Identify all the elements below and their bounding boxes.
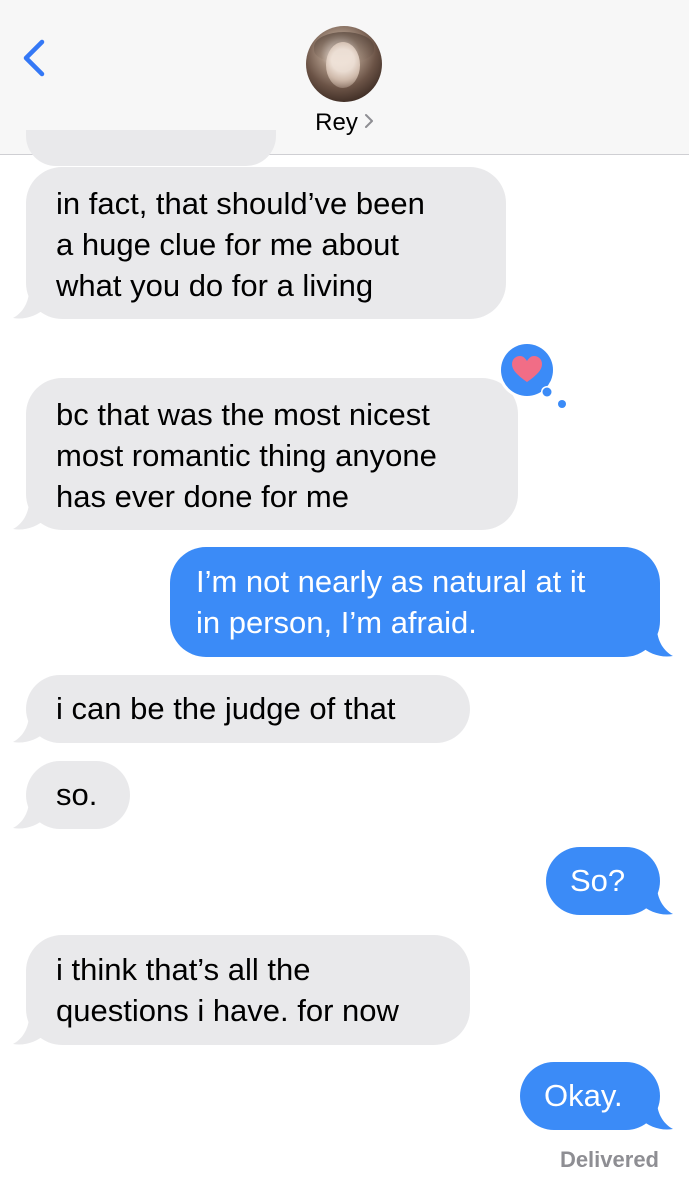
partial-message-bubble — [26, 130, 276, 166]
incoming-message[interactable]: i can be the judge of that — [13, 675, 470, 743]
outgoing-message[interactable]: Okay. — [520, 1062, 673, 1130]
message-line: what you do for a living — [56, 268, 374, 303]
outgoing-message[interactable]: So? — [546, 847, 673, 915]
bubble-tail — [641, 1101, 673, 1130]
heart-reaction[interactable] — [497, 340, 569, 412]
bubble-tail — [13, 501, 45, 530]
bubble-tail — [13, 1016, 45, 1045]
message-line: I’m not nearly as natural at it — [196, 564, 586, 599]
message-line: questions i have. for now — [56, 993, 399, 1028]
avatar-face — [326, 42, 360, 88]
incoming-message[interactable]: in fact, that should’ve been a huge clue… — [13, 167, 506, 319]
message-line: i can be the judge of that — [56, 691, 396, 726]
message-line: in fact, that should’ve been — [56, 186, 425, 221]
bubble-tail — [641, 628, 673, 657]
contact-avatar[interactable] — [306, 26, 382, 102]
message-line: So? — [570, 863, 626, 898]
message-line: so. — [56, 777, 98, 812]
message-line: bc that was the most nicest — [56, 397, 430, 432]
bubble-tail — [13, 290, 45, 319]
chevron-left-icon — [23, 39, 45, 77]
heart-icon — [498, 341, 566, 408]
back-button[interactable] — [18, 38, 54, 78]
message-line: Okay. — [544, 1078, 623, 1113]
contact-name: Rey — [315, 109, 358, 136]
incoming-message[interactable]: bc that was the most nicest most romanti… — [13, 378, 518, 530]
incoming-message[interactable]: i think that’s all the questions i have.… — [13, 935, 470, 1045]
bubble-tail — [13, 714, 45, 743]
message-line: a huge clue for me about — [56, 227, 399, 262]
message-line: has ever done for me — [56, 479, 349, 514]
bubble-tail — [13, 800, 45, 829]
outgoing-message[interactable]: I’m not nearly as natural at it in perso… — [170, 547, 673, 657]
message-line: most romantic thing anyone — [56, 438, 437, 473]
incoming-message[interactable]: so. — [13, 761, 130, 829]
message-line: i think that’s all the — [56, 952, 311, 987]
delivered-status: Delivered — [559, 1147, 659, 1172]
chevron-right-icon — [364, 108, 374, 136]
message-line: in person, I’m afraid. — [196, 605, 477, 640]
bubble-tail — [641, 886, 673, 915]
